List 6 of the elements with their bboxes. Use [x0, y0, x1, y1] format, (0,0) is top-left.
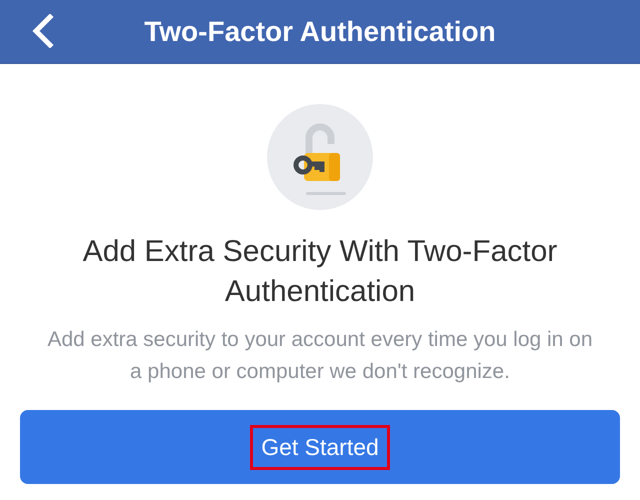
screen-title: Two-Factor Authentication [144, 16, 496, 48]
get-started-button[interactable]: Get Started [20, 410, 620, 484]
heading: Add Extra Security With Two-Factor Authentication [82, 234, 558, 310]
back-icon[interactable] [32, 14, 54, 48]
description: Add extra security to your account every time you log in on a phone or computer we don't recognize. [46, 327, 594, 385]
padlock-icon [267, 104, 373, 210]
